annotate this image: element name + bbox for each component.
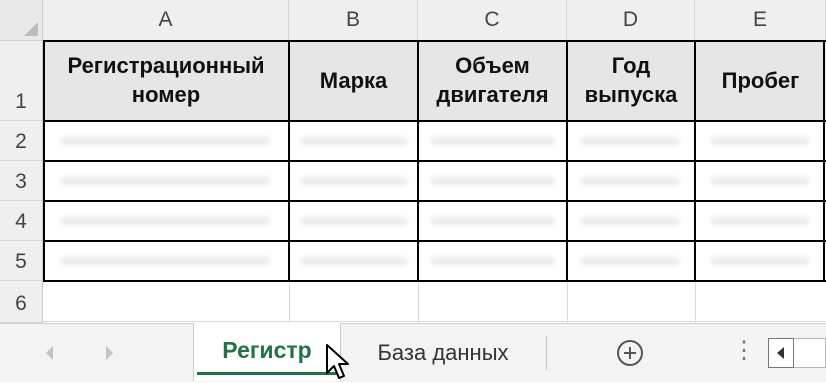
horizontal-scrollbar[interactable] xyxy=(794,338,826,368)
column-header-e[interactable]: E xyxy=(695,0,826,41)
cell-placeholder xyxy=(300,257,408,265)
table-border-right xyxy=(823,40,825,282)
table-border xyxy=(694,40,696,282)
gridline xyxy=(695,281,696,323)
gridline xyxy=(43,321,826,322)
scroll-left-button[interactable] xyxy=(768,338,794,368)
tab-separator xyxy=(546,336,547,370)
row-header-4[interactable]: 4 xyxy=(0,201,43,241)
cell-placeholder xyxy=(580,177,680,185)
cell-placeholder xyxy=(60,177,270,185)
select-all-corner[interactable] xyxy=(0,0,43,41)
plus-circle-icon[interactable] xyxy=(617,340,643,366)
cell-placeholder xyxy=(710,137,810,145)
cell-placeholder xyxy=(300,217,408,225)
sheet-tab-bar: Регистр База данных ⋮ xyxy=(0,323,826,382)
header-cell-engine-volume[interactable]: Объем двигателя xyxy=(418,41,567,121)
cell-placeholder xyxy=(710,177,810,185)
cell-placeholder xyxy=(430,257,555,265)
row-header-6[interactable]: 6 xyxy=(0,281,43,323)
active-tab-underline xyxy=(197,372,337,375)
cell-placeholder xyxy=(580,257,680,265)
gridline xyxy=(567,281,568,323)
table-border xyxy=(43,200,826,202)
table-border xyxy=(566,40,568,282)
header-cell-year[interactable]: Год выпуска xyxy=(567,41,695,121)
cell-placeholder xyxy=(60,217,270,225)
sheet-tab-register[interactable]: Регистр xyxy=(193,323,341,381)
sheet-tab-register-label: Регистр xyxy=(222,337,312,363)
cell-placeholder xyxy=(60,137,270,145)
cell-placeholder xyxy=(580,217,680,225)
table-border-left xyxy=(43,40,45,282)
table-border xyxy=(417,40,419,282)
cell-placeholder xyxy=(430,137,555,145)
table-border xyxy=(43,160,826,162)
cell-placeholder xyxy=(60,257,270,265)
cell-placeholder xyxy=(710,257,810,265)
table-border xyxy=(288,40,290,282)
column-header-a[interactable]: A xyxy=(43,0,289,41)
column-header-d[interactable]: D xyxy=(567,0,695,41)
column-header-b[interactable]: B xyxy=(289,0,418,41)
pointer-cursor-icon xyxy=(326,344,349,379)
header-cell-registration-number[interactable]: Регистрационный номер xyxy=(43,41,289,121)
gridline xyxy=(418,281,419,323)
column-header-c[interactable]: C xyxy=(418,0,567,41)
table-border xyxy=(43,120,826,122)
cell-placeholder xyxy=(430,217,555,225)
select-all-triangle-icon xyxy=(24,22,38,36)
header-cell-mileage[interactable]: Пробег xyxy=(695,41,826,121)
ellipsis-icon[interactable]: ⋮ xyxy=(732,336,756,365)
row-header-2[interactable]: 2 xyxy=(0,121,43,161)
spreadsheet-grid: A B C D E 1 2 3 4 5 6 Регистрационный но… xyxy=(0,0,826,323)
table-border-bottom xyxy=(43,280,826,282)
arrow-left-icon xyxy=(777,347,784,359)
table-border-top xyxy=(43,40,826,42)
cell-placeholder xyxy=(430,177,555,185)
gridline xyxy=(289,281,290,323)
row-header-5[interactable]: 5 xyxy=(0,241,43,281)
row-header-3[interactable]: 3 xyxy=(0,161,43,201)
header-cell-brand[interactable]: Марка xyxy=(289,41,418,121)
prev-sheet-icon[interactable] xyxy=(46,346,53,360)
table-border xyxy=(43,240,826,242)
next-sheet-icon[interactable] xyxy=(106,346,113,360)
sheet-tab-database[interactable]: База данных xyxy=(353,340,533,366)
row-header-1[interactable]: 1 xyxy=(0,41,43,121)
cell-placeholder xyxy=(300,177,408,185)
cell-placeholder xyxy=(580,137,680,145)
cell-placeholder xyxy=(300,137,408,145)
cell-placeholder xyxy=(710,217,810,225)
